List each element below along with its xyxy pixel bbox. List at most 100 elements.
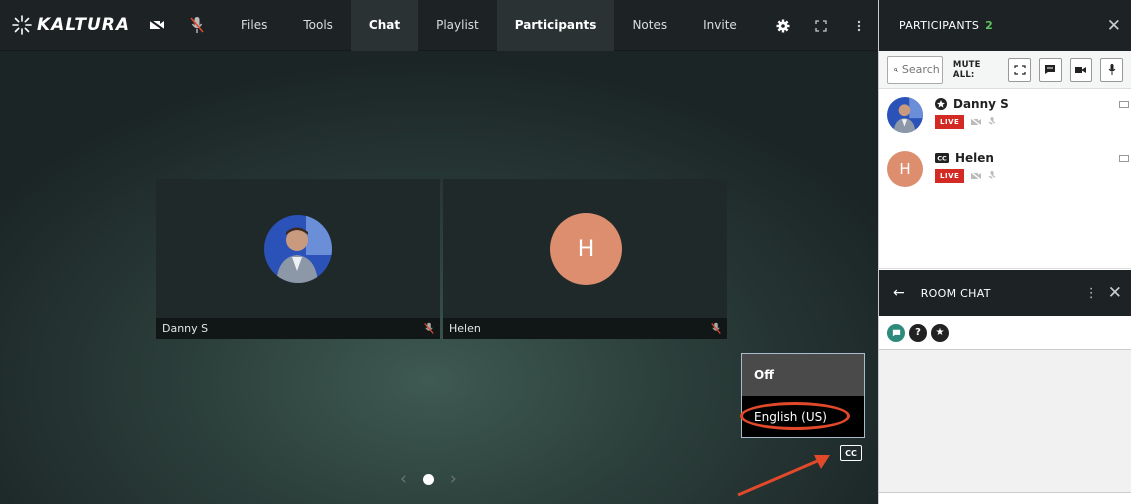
- list-item[interactable]: H CC Helen LIVE: [879, 143, 1131, 197]
- participant-badges: LIVE: [935, 169, 997, 183]
- side-panel: PARTICIPANTS 2 ✕ MUTE ALL:: [878, 0, 1131, 504]
- mute-all-screen-button[interactable]: [1008, 57, 1031, 82]
- avatar: [264, 215, 332, 283]
- next-page-icon[interactable]: ›: [450, 469, 457, 489]
- nav-chat[interactable]: Chat: [350, 0, 419, 51]
- nav-files[interactable]: Files: [223, 0, 285, 51]
- annotation-arrow-icon: [737, 455, 830, 497]
- avatar: H: [887, 151, 923, 187]
- tile-name: Helen: [449, 322, 481, 335]
- kaltura-logo: KALTURA: [12, 15, 137, 35]
- search-icon: [894, 67, 898, 72]
- camera-icon: [1075, 66, 1087, 73]
- mic-icon: [1108, 64, 1116, 75]
- star-icon[interactable]: ★: [931, 323, 949, 342]
- participant-badges: LIVE: [935, 115, 1009, 129]
- search-box: [887, 55, 943, 84]
- participant-info: CC Helen LIVE: [935, 151, 997, 189]
- chat-message-icon[interactable]: [887, 323, 905, 342]
- camera-off-icon: [149, 19, 165, 31]
- closed-caption-icon: CC: [935, 153, 949, 163]
- avatar: [887, 97, 923, 133]
- back-arrow-icon[interactable]: ←: [893, 285, 905, 301]
- kebab-menu-icon[interactable]: ⋮: [1085, 286, 1098, 301]
- participants-title: PARTICIPANTS 2: [899, 19, 993, 32]
- page-dot[interactable]: [422, 473, 434, 485]
- mute-all-chat-button[interactable]: [1038, 57, 1062, 82]
- mic-off-icon: [988, 116, 997, 128]
- camera-toggle-button[interactable]: [137, 0, 177, 51]
- nav-invite[interactable]: Invite: [685, 0, 755, 51]
- mic-off-icon: [711, 322, 721, 334]
- avatar: H: [550, 213, 622, 285]
- video-tile-danny[interactable]: Danny S: [156, 179, 440, 339]
- nav-participants[interactable]: Participants: [496, 0, 615, 51]
- captions-english-option[interactable]: English (US): [740, 396, 864, 437]
- live-badge: LIVE: [935, 115, 965, 129]
- mic-off-icon: [988, 170, 997, 182]
- live-badge: LIVE: [935, 169, 965, 183]
- kaltura-meeting-room: KALTURA Files Tools Chat Playlist Partic…: [0, 0, 1131, 504]
- mic-off-icon: [190, 17, 204, 33]
- mic-toggle-button[interactable]: [177, 0, 217, 51]
- tile-name: Danny S: [162, 322, 209, 335]
- help-icon[interactable]: ?: [909, 323, 927, 342]
- participants-title-text: PARTICIPANTS: [899, 19, 980, 32]
- participant-name-row: CC Helen: [935, 151, 996, 165]
- fullscreen-button[interactable]: [802, 0, 840, 51]
- mic-off-icon: [424, 322, 434, 334]
- fullscreen-icon: [815, 19, 827, 32]
- captions-off-option[interactable]: Off: [742, 354, 864, 396]
- host-star-icon: [935, 98, 947, 110]
- chat-messages-area: [879, 350, 1131, 492]
- more-options-button[interactable]: [840, 0, 878, 51]
- tile-nameplate: Danny S: [156, 318, 440, 339]
- camera-off-icon: [970, 117, 982, 127]
- participants-controls: MUTE ALL:: [879, 51, 1131, 89]
- tile-nameplate: Helen: [443, 318, 727, 339]
- close-icon[interactable]: ✕: [1107, 16, 1121, 36]
- nav-notes[interactable]: Notes: [614, 0, 685, 51]
- chat-input-area[interactable]: [879, 492, 1131, 504]
- participants-count: 2: [985, 19, 994, 32]
- previous-page-icon[interactable]: ‹: [400, 469, 407, 489]
- pagination: ‹ ›: [400, 469, 457, 489]
- settings-button[interactable]: [764, 0, 802, 51]
- participant-info: Danny S LIVE: [935, 97, 1009, 135]
- user-photo-icon: [264, 215, 332, 283]
- nav-playlist[interactable]: Playlist: [418, 0, 497, 51]
- screen-share-icon: [1014, 64, 1026, 75]
- mute-all-camera-button[interactable]: [1069, 57, 1093, 82]
- brand-name: KALTURA: [37, 15, 130, 35]
- participant-name: Helen: [955, 151, 994, 165]
- kebab-menu-icon: [857, 20, 861, 31]
- participants-header: PARTICIPANTS 2 ✕: [879, 0, 1131, 51]
- row-options-icon[interactable]: [1119, 101, 1129, 108]
- participants-list: Danny S LIVE H CC Helen LIVE: [879, 89, 1131, 269]
- mute-all-label: MUTE ALL:: [952, 59, 981, 80]
- captions-menu: Off English (US): [740, 353, 865, 438]
- toolbar-right: [764, 0, 878, 51]
- chat-title: ROOM CHAT: [920, 286, 991, 300]
- chat-icon: [1045, 65, 1056, 74]
- highlight-circle: [740, 402, 850, 430]
- video-stage: Danny S H Helen Off English (US) CC ‹ ›: [0, 51, 878, 504]
- nav-tools[interactable]: Tools: [285, 0, 351, 51]
- list-item[interactable]: Danny S LIVE: [879, 89, 1131, 143]
- user-photo-icon: [887, 97, 923, 133]
- participant-name: Danny S: [953, 97, 1009, 111]
- gear-icon: [776, 19, 790, 32]
- kaltura-logo-icon: [12, 15, 32, 35]
- chat-toolbar: ? ★: [879, 316, 1131, 350]
- mute-all-mic-button[interactable]: [1100, 57, 1123, 82]
- top-toolbar: KALTURA Files Tools Chat Playlist Partic…: [0, 0, 878, 51]
- participant-name-row: Danny S: [935, 97, 1009, 111]
- row-options-icon[interactable]: [1119, 155, 1129, 162]
- main-nav: Files Tools Chat Playlist Participants N…: [223, 0, 755, 51]
- video-tile-helen[interactable]: H Helen: [443, 179, 727, 339]
- close-icon[interactable]: ✕: [1108, 283, 1122, 303]
- chat-header: ← ROOM CHAT ⋮ ✕: [879, 270, 1131, 316]
- closed-captions-button[interactable]: CC: [840, 445, 862, 461]
- camera-off-icon: [970, 171, 982, 181]
- search-input[interactable]: [901, 63, 942, 76]
